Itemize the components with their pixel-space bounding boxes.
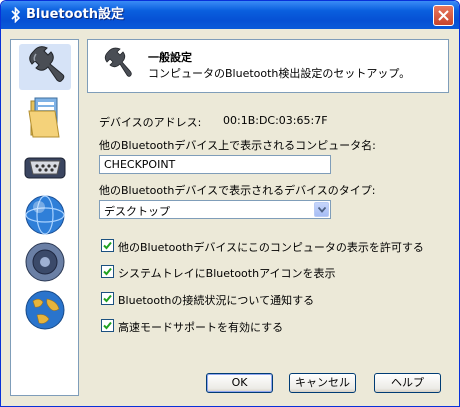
wrench-icon xyxy=(29,46,65,82)
close-icon xyxy=(438,10,449,21)
title-bar[interactable]: Bluetooth設定 xyxy=(1,1,459,29)
section-title: 一般設定 xyxy=(148,51,192,64)
checkmark-icon xyxy=(103,294,112,303)
checkmark-icon xyxy=(103,321,112,330)
chevron-down-icon xyxy=(318,207,326,213)
computer-name-value: CHECKPOINT xyxy=(104,158,176,171)
checkmark-icon xyxy=(103,267,112,276)
device-type-value: デスクトップ xyxy=(104,205,170,218)
section-header: 一般設定 コンピュータのBluetooth検出設定のセットアップ。 xyxy=(87,39,449,93)
sidebar-item-serial-port[interactable] xyxy=(19,144,71,190)
checkbox-box[interactable] xyxy=(101,292,114,305)
sidebar-item-file-transfer[interactable] xyxy=(19,95,71,141)
ok-button[interactable]: OK xyxy=(206,373,273,393)
computer-name-label: 他のBluetoothデバイス上で表示されるコンピュータ名: xyxy=(99,139,376,152)
window-title: Bluetooth設定 xyxy=(26,7,124,22)
sidebar-item-network[interactable] xyxy=(19,192,71,238)
bluetooth-settings-window: Bluetooth設定 一般設定 コンピュータのBluetooth検出設定のセッ… xyxy=(0,0,460,407)
checkbox-label: システムトレイにBluetoothアイコンを表示 xyxy=(118,267,336,280)
speaker-icon xyxy=(25,242,65,282)
checkbox-box[interactable] xyxy=(101,239,114,252)
dropdown-button[interactable] xyxy=(314,202,329,217)
checkbox-box[interactable] xyxy=(101,265,114,278)
bluetooth-icon xyxy=(9,6,23,24)
device-type-label: 他のBluetoothデバイスで表示されるデバイスのタイプ: xyxy=(99,184,376,197)
device-address-label: デバイスのアドレス: xyxy=(99,116,202,129)
close-button[interactable] xyxy=(433,5,454,26)
cancel-button[interactable]: キャンセル xyxy=(289,373,356,393)
sidebar-item-general[interactable] xyxy=(19,44,71,90)
device-address-value: 00:1B:DC:03:65:7F xyxy=(223,114,328,127)
checkbox-label: 高速モードサポートを有効にする xyxy=(118,321,284,334)
help-button[interactable]: ヘルプ xyxy=(374,373,441,393)
sidebar-item-internet[interactable] xyxy=(19,287,71,333)
folder-icon xyxy=(28,97,60,138)
globe-icon xyxy=(25,195,65,235)
computer-name-input[interactable]: CHECKPOINT xyxy=(99,155,331,174)
checkmark-icon xyxy=(103,241,112,250)
globe-network-icon xyxy=(25,290,65,330)
serial-port-icon xyxy=(24,157,66,179)
sidebar-item-audio[interactable] xyxy=(19,239,71,285)
wrench-icon xyxy=(104,47,132,77)
checkbox-box[interactable] xyxy=(101,319,114,332)
section-description: コンピュータのBluetooth検出設定のセットアップ。 xyxy=(148,67,411,80)
checkbox-label: 他のBluetoothデバイスにこのコンピュータの表示を許可する xyxy=(118,241,424,254)
category-sidebar xyxy=(10,39,79,396)
device-type-select[interactable]: デスクトップ xyxy=(99,200,331,219)
checkbox-label: Bluetoothの接続状況について通知する xyxy=(118,294,315,307)
